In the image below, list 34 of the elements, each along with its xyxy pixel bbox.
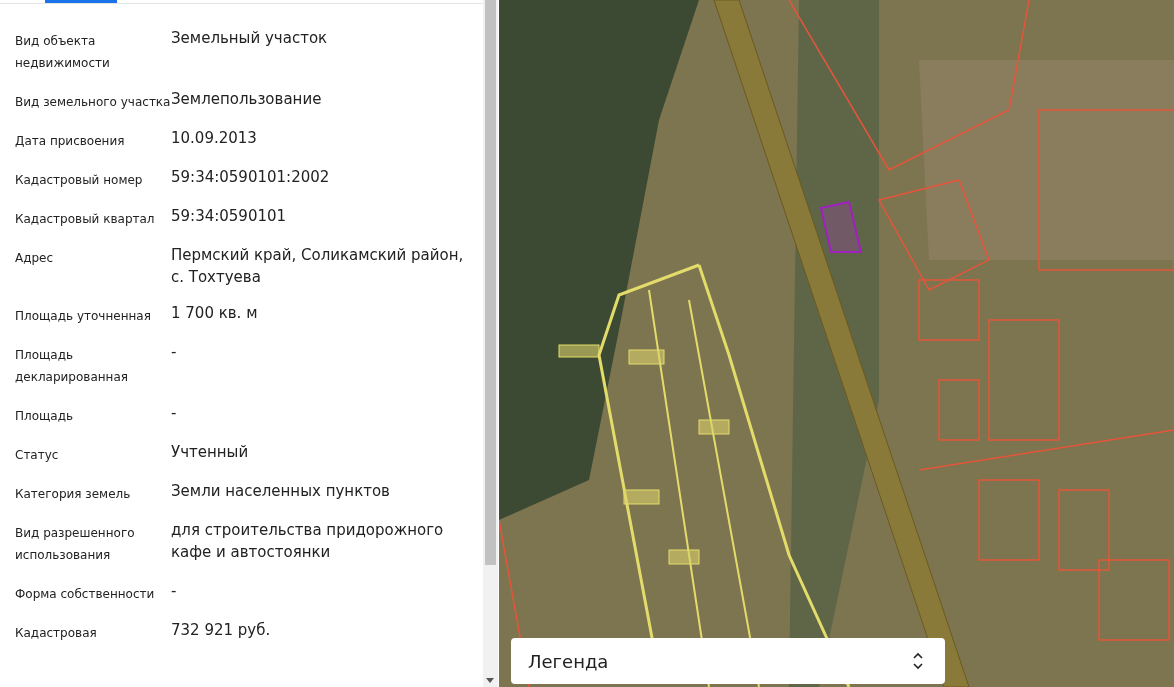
property-value: 59:34:0590101:2002 [171, 167, 331, 188]
property-value: для строительства придорожного кафе и автостоянки [171, 520, 445, 563]
property-value: Пермский край, Соликамский район, с. Тохтуева [171, 245, 465, 288]
scrollbar-thumb[interactable] [485, 0, 496, 565]
property-value: Землепользование [171, 89, 323, 110]
property-value: - [171, 581, 178, 602]
property-label: Площадь декларированная [15, 347, 129, 386]
property-value: 1 700 кв. м [171, 303, 259, 324]
property-label: Кадастровая [15, 625, 98, 642]
property-value: Земли населенных пунктов [171, 481, 391, 502]
property-value: - [171, 403, 178, 424]
property-value: Земельный участок [171, 28, 329, 49]
legend-dropdown[interactable]: Легенда [511, 638, 945, 684]
chevron-up-down-icon [913, 652, 923, 670]
property-label: Дата присвоения [15, 133, 126, 150]
property-label: Кадастровый квартал [15, 211, 156, 228]
property-label: Вид разрешенного использования [15, 525, 136, 564]
property-label: Вид объекта недвижимости [15, 33, 111, 72]
property-label: Вид земельного участка [15, 94, 171, 111]
property-label: Статус [15, 447, 60, 464]
property-label: Площадь уточненная [15, 308, 152, 325]
property-value: 10.09.2013 [171, 128, 258, 149]
property-value: 732 921 руб. [171, 620, 272, 641]
property-label: Кадастровый номер [15, 172, 144, 189]
property-label: Форма собственности [15, 586, 156, 603]
property-value: - [171, 342, 178, 363]
scroll-down-icon[interactable] [486, 678, 494, 683]
scrollbar[interactable] [483, 0, 498, 687]
property-label: Категория земель [15, 486, 132, 503]
property-value: 59:34:0590101 [171, 206, 288, 227]
property-label: Адрес [15, 250, 55, 267]
property-label: Площадь [15, 408, 75, 425]
property-value: Учтенный [171, 442, 250, 463]
tab-indicator [45, 0, 117, 3]
